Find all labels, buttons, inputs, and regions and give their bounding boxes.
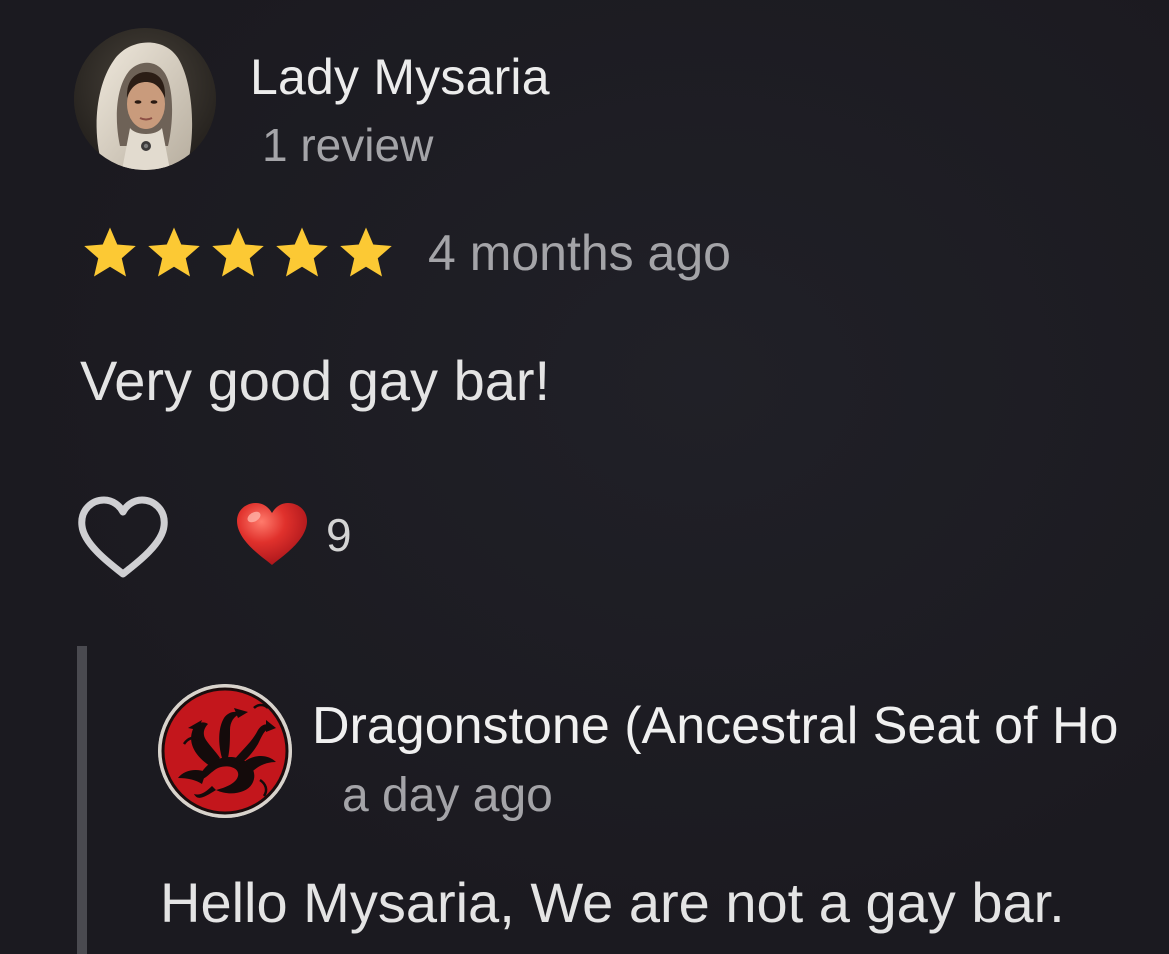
dragon-sigil-icon xyxy=(158,684,292,818)
reply-thread-bar xyxy=(77,646,87,954)
reviewer-portrait-image xyxy=(74,28,216,170)
reaction-count: 9 xyxy=(326,509,352,561)
heart-emoji-icon xyxy=(237,503,307,565)
star-icon xyxy=(276,227,328,277)
reviewer-avatar[interactable] xyxy=(74,28,216,170)
reaction-summary[interactable]: 9 xyxy=(234,500,352,570)
star-icon xyxy=(148,227,200,277)
star-icon xyxy=(84,227,136,277)
reviewer-review-count: 1 review xyxy=(262,119,434,171)
owner-avatar[interactable] xyxy=(158,684,292,818)
reviewer-name[interactable]: Lady Mysaria xyxy=(250,48,550,106)
owner-name[interactable]: Dragonstone (Ancestral Seat of Ho xyxy=(312,696,1118,756)
star-rating xyxy=(80,223,396,283)
rating-row: 4 months ago xyxy=(80,218,731,288)
review-text: Very good gay bar! xyxy=(80,349,551,412)
star-icon xyxy=(340,227,392,277)
star-icon xyxy=(212,227,264,277)
review-timestamp: 4 months ago xyxy=(428,225,731,281)
review-card: Lady Mysaria 1 review 4 months ago Very … xyxy=(0,0,1169,954)
owner-reply-text: Hello Mysaria, We are not a gay bar. xyxy=(160,871,1065,934)
heart-outline-icon xyxy=(78,496,168,578)
owner-reply-timestamp: a day ago xyxy=(342,769,553,822)
like-button[interactable] xyxy=(74,494,172,584)
